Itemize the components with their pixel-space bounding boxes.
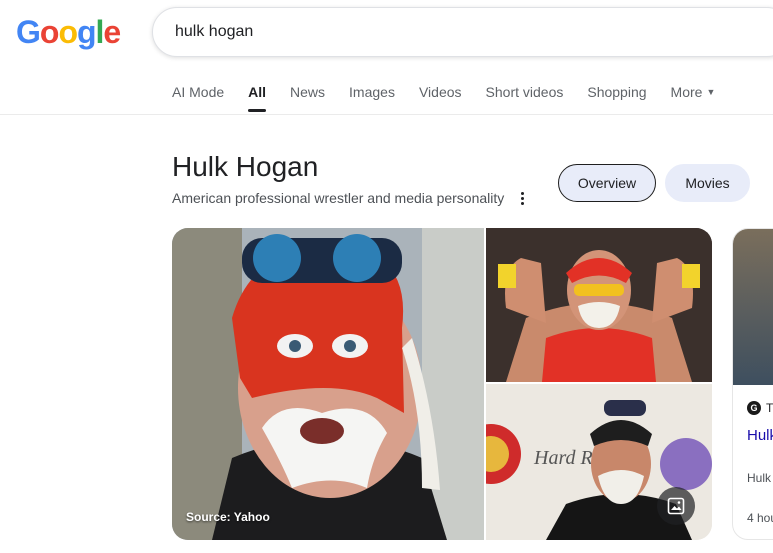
logo-letter: G xyxy=(16,14,41,50)
image-source-label: Source: Yahoo xyxy=(186,510,270,524)
tab-more[interactable]: More ▼ xyxy=(671,84,716,114)
image-gallery-button[interactable] xyxy=(657,487,695,525)
chip-movies[interactable]: Movies xyxy=(665,164,750,202)
news-time: 4 hou xyxy=(747,511,773,525)
tab-short-videos[interactable]: Short videos xyxy=(486,84,564,114)
search-box[interactable] xyxy=(152,7,773,57)
news-source-name: T xyxy=(766,401,773,415)
logo-letter: l xyxy=(95,14,105,50)
photo-flexing[interactable] xyxy=(486,228,712,382)
news-source: G T xyxy=(747,401,773,415)
tab-shopping[interactable]: Shopping xyxy=(587,84,646,114)
news-source-icon: G xyxy=(747,401,761,415)
tab-news[interactable]: News xyxy=(290,84,325,114)
tabs-divider xyxy=(0,114,773,115)
search-tabs: AI Mode All News Images Videos Short vid… xyxy=(172,84,739,114)
entity-title: Hulk Hogan xyxy=(172,151,319,182)
news-snippet: Hulk arres xyxy=(747,471,773,485)
tab-images[interactable]: Images xyxy=(349,84,395,114)
logo-letter: o xyxy=(58,14,78,50)
chip-overview[interactable]: Overview xyxy=(558,164,656,202)
caret-down-icon: ▼ xyxy=(706,87,716,97)
more-options-icon[interactable] xyxy=(514,189,530,207)
image-icon xyxy=(667,497,685,515)
news-card[interactable]: G T Hulk The Hulk arres 4 hou xyxy=(732,228,773,540)
tab-videos[interactable]: Videos xyxy=(419,84,462,114)
photo-flexing-art xyxy=(486,228,712,382)
logo-letter: g xyxy=(76,14,97,50)
news-thumbnail xyxy=(733,229,773,385)
main-photo[interactable] xyxy=(172,228,484,540)
news-headline[interactable]: Hulk The xyxy=(747,425,773,446)
logo-letter: o xyxy=(39,14,60,50)
tab-more-label: More xyxy=(670,84,703,100)
tab-all[interactable]: All xyxy=(248,84,266,114)
entity-subtitle: American professional wrestler and media… xyxy=(172,190,505,206)
search-input[interactable] xyxy=(173,22,737,42)
main-photo-art xyxy=(172,228,484,540)
logo-letter: e xyxy=(103,14,121,50)
google-logo[interactable]: Google xyxy=(16,14,121,51)
tab-ai-mode[interactable]: AI Mode xyxy=(172,84,224,114)
